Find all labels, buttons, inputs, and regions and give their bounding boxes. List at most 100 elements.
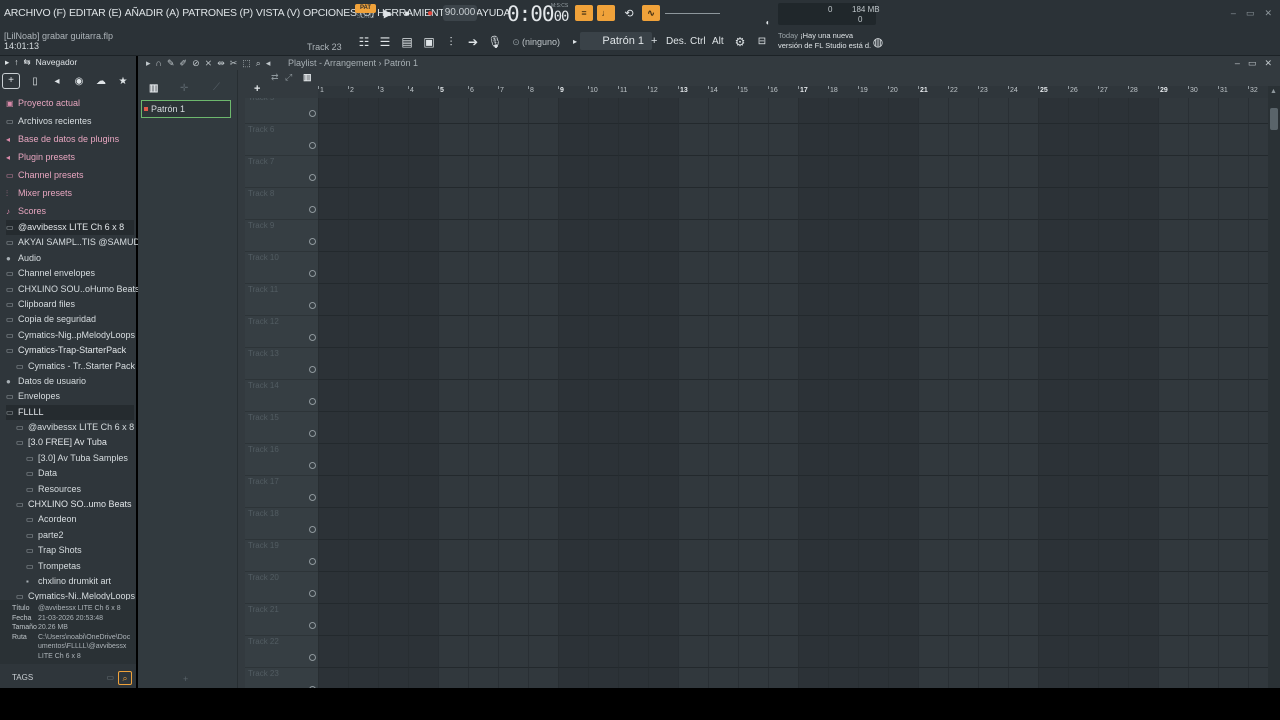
mixer-icon[interactable]: ⫶ bbox=[443, 34, 459, 50]
track-header[interactable]: Track 20 bbox=[245, 572, 318, 604]
pattern-selector[interactable]: Patrón 1 bbox=[580, 32, 652, 50]
playlist-maximize-icon[interactable]: ▭ bbox=[1248, 56, 1257, 70]
piano-icon[interactable]: ▥ bbox=[149, 83, 158, 94]
browser-up-icon[interactable]: ↑ bbox=[14, 57, 18, 67]
audio-icon[interactable]: ◉ bbox=[68, 73, 90, 91]
track-header[interactable]: Track 18 bbox=[245, 508, 318, 540]
scroll-up-icon[interactable]: ▲ bbox=[1270, 88, 1277, 95]
plugins-icon[interactable]: ◂ bbox=[46, 73, 68, 91]
pattern-clip[interactable]: Patrón 1 bbox=[141, 100, 231, 118]
track-mute-dot[interactable] bbox=[309, 366, 316, 373]
play-button[interactable]: ▶ bbox=[380, 5, 396, 21]
browser-item[interactable]: ▭ Cymatics-Trap-StarterPack bbox=[6, 343, 134, 358]
track-mute-dot[interactable] bbox=[309, 558, 316, 565]
close-icon[interactable]: ✕ bbox=[1264, 8, 1272, 19]
track-header[interactable]: Track 12 bbox=[245, 316, 318, 348]
browser-item[interactable]: ▭ Resources bbox=[6, 482, 134, 497]
mute-icon[interactable]: ⨯ bbox=[205, 56, 213, 70]
piano-roll-icon[interactable]: ▤ bbox=[399, 34, 415, 50]
mode-alt-button[interactable]: Alt bbox=[712, 36, 724, 47]
track-mute-dot[interactable] bbox=[309, 590, 316, 597]
browser-item[interactable]: ▭ Trompetas bbox=[6, 559, 134, 574]
browser-item[interactable]: ▪ chxlino drumkit art bbox=[6, 574, 134, 589]
track-mute-dot[interactable] bbox=[309, 494, 316, 501]
track-tool-icon[interactable]: ⇄ bbox=[271, 72, 279, 83]
track-mute-dot[interactable] bbox=[309, 174, 316, 181]
waveform-button[interactable]: ∿ bbox=[642, 5, 660, 21]
browser-item[interactable]: ● Datos de usuario bbox=[6, 374, 134, 389]
vertical-scrollbar[interactable]: ▲ bbox=[1268, 86, 1280, 688]
slice-icon[interactable]: ✂ bbox=[230, 56, 238, 70]
track-mute-dot[interactable] bbox=[309, 238, 316, 245]
star-icon[interactable]: ★ bbox=[112, 73, 134, 91]
picker-add-icon[interactable]: + bbox=[183, 674, 188, 684]
loop-record-button[interactable]: ⟲ bbox=[621, 5, 637, 21]
slip-icon[interactable]: ⇹ bbox=[217, 56, 225, 70]
track-header[interactable]: Track 13 bbox=[245, 348, 318, 380]
browser-item[interactable]: ▭ [3.0 FREE] Av Tuba bbox=[6, 435, 134, 450]
browser-item[interactable]: ▭ Copia de seguridad bbox=[6, 312, 134, 327]
picker-move-icon[interactable]: ✛ bbox=[180, 83, 188, 94]
add-pattern-button[interactable]: + bbox=[651, 35, 657, 47]
browser-item[interactable]: ▭ Cymatics-Nig..pMelodyLoops bbox=[6, 328, 135, 343]
browser-item[interactable]: ◂ Plugin presets bbox=[6, 148, 134, 166]
track-header[interactable]: Track 8 bbox=[245, 188, 318, 220]
browser-item[interactable]: ▭ CHXLINO SO..umo Beats bbox=[6, 497, 134, 512]
minimize-icon[interactable]: – bbox=[1231, 8, 1236, 19]
track-header[interactable]: Track 9 bbox=[245, 220, 318, 252]
track-header[interactable]: Track 7 bbox=[245, 156, 318, 188]
browser-item[interactable]: ▭ Envelopes bbox=[6, 389, 134, 404]
browser-item[interactable]: ▭ Data bbox=[6, 466, 134, 481]
magnet-icon[interactable]: ∩ bbox=[156, 56, 162, 70]
browser-item[interactable]: ● Audio bbox=[6, 251, 134, 266]
arrangement-grid[interactable] bbox=[318, 98, 1268, 688]
track-tool2-icon[interactable]: ⤢ bbox=[285, 72, 292, 83]
browser-item[interactable]: ▭ CHXLINO SOU..oHumo Beats bbox=[6, 282, 140, 297]
track-mute-dot[interactable] bbox=[309, 142, 316, 149]
track-header[interactable]: Track 16 bbox=[245, 444, 318, 476]
browser-item[interactable]: ▭ Cymatics - Tr..Starter Pack bbox=[6, 359, 135, 374]
settings-icon[interactable]: ⚙ bbox=[732, 34, 748, 50]
track-header[interactable]: Track 15 bbox=[245, 412, 318, 444]
browser-item[interactable]: ▭ Channel presets bbox=[6, 166, 134, 184]
track-mute-dot[interactable] bbox=[309, 398, 316, 405]
folder-icon[interactable]: ▭ bbox=[106, 668, 114, 688]
globe-icon[interactable]: ◍ bbox=[870, 34, 886, 50]
pat-song-toggle[interactable]: PAT SONG bbox=[355, 4, 376, 23]
browser-item[interactable]: ▭ [3.0] Av Tuba Samples bbox=[6, 451, 134, 466]
tempo-display[interactable]: 90.000 bbox=[443, 5, 477, 21]
picker-edit-icon[interactable]: ⟋ bbox=[213, 82, 220, 93]
browser-item[interactable]: ⫶ Mixer presets bbox=[6, 184, 134, 202]
timeline-ruler[interactable]: 1 2 3 4 5 6 7 8 9 10 11 12 13 14 15 16 17 18 19 20 21 22 23 24 2… bbox=[318, 86, 1268, 98]
paint-icon[interactable]: ✐ bbox=[180, 56, 188, 70]
track-mute-dot[interactable] bbox=[309, 462, 316, 469]
playlist-minimize-icon[interactable]: – bbox=[1235, 56, 1240, 70]
all-files-icon[interactable]: ▯ bbox=[24, 73, 46, 91]
browser-item[interactable]: ▭ FLLLL bbox=[6, 404, 134, 421]
menu-ayuda[interactable]: AYUDA bbox=[476, 7, 511, 19]
track-header[interactable]: Track 11 bbox=[245, 284, 318, 316]
menu-vista[interactable]: VISTA (V) bbox=[256, 7, 300, 19]
track-header[interactable]: Track 5 bbox=[245, 98, 318, 124]
track-header[interactable]: Track 22 bbox=[245, 636, 318, 668]
browser-item[interactable]: ▭ Acordeon bbox=[6, 512, 134, 527]
track-mute-dot[interactable] bbox=[309, 622, 316, 629]
menu-editar[interactable]: EDITAR (E) bbox=[69, 7, 122, 19]
arrow-icon[interactable]: ➔ bbox=[465, 34, 481, 50]
metronome-button[interactable]: ♩ bbox=[597, 5, 615, 21]
playlist-close-icon[interactable]: ✕ bbox=[1264, 56, 1272, 70]
browser-item[interactable]: ▭ @avvibessx LITE Ch 6 x 8 bbox=[6, 220, 134, 236]
browser-item[interactable]: ▣ Proyecto actual bbox=[6, 94, 134, 112]
microphone-icon[interactable]: 🎙 bbox=[487, 34, 503, 50]
track-mute-dot[interactable] bbox=[309, 334, 316, 341]
select-icon[interactable]: ⬚ bbox=[242, 56, 251, 70]
stop-button[interactable]: ■ bbox=[399, 5, 415, 21]
track-header[interactable]: Track 10 bbox=[245, 252, 318, 284]
browser-item[interactable]: ♪ Scores bbox=[6, 202, 134, 220]
track-mute-dot[interactable] bbox=[309, 302, 316, 309]
track-header[interactable]: Track 23 bbox=[245, 668, 318, 688]
knob-icon[interactable]: ◐ bbox=[760, 14, 776, 30]
track-mute-dot[interactable] bbox=[309, 430, 316, 437]
browser-item[interactable]: ▭ parte2 bbox=[6, 528, 134, 543]
track-mute-dot[interactable] bbox=[309, 270, 316, 277]
